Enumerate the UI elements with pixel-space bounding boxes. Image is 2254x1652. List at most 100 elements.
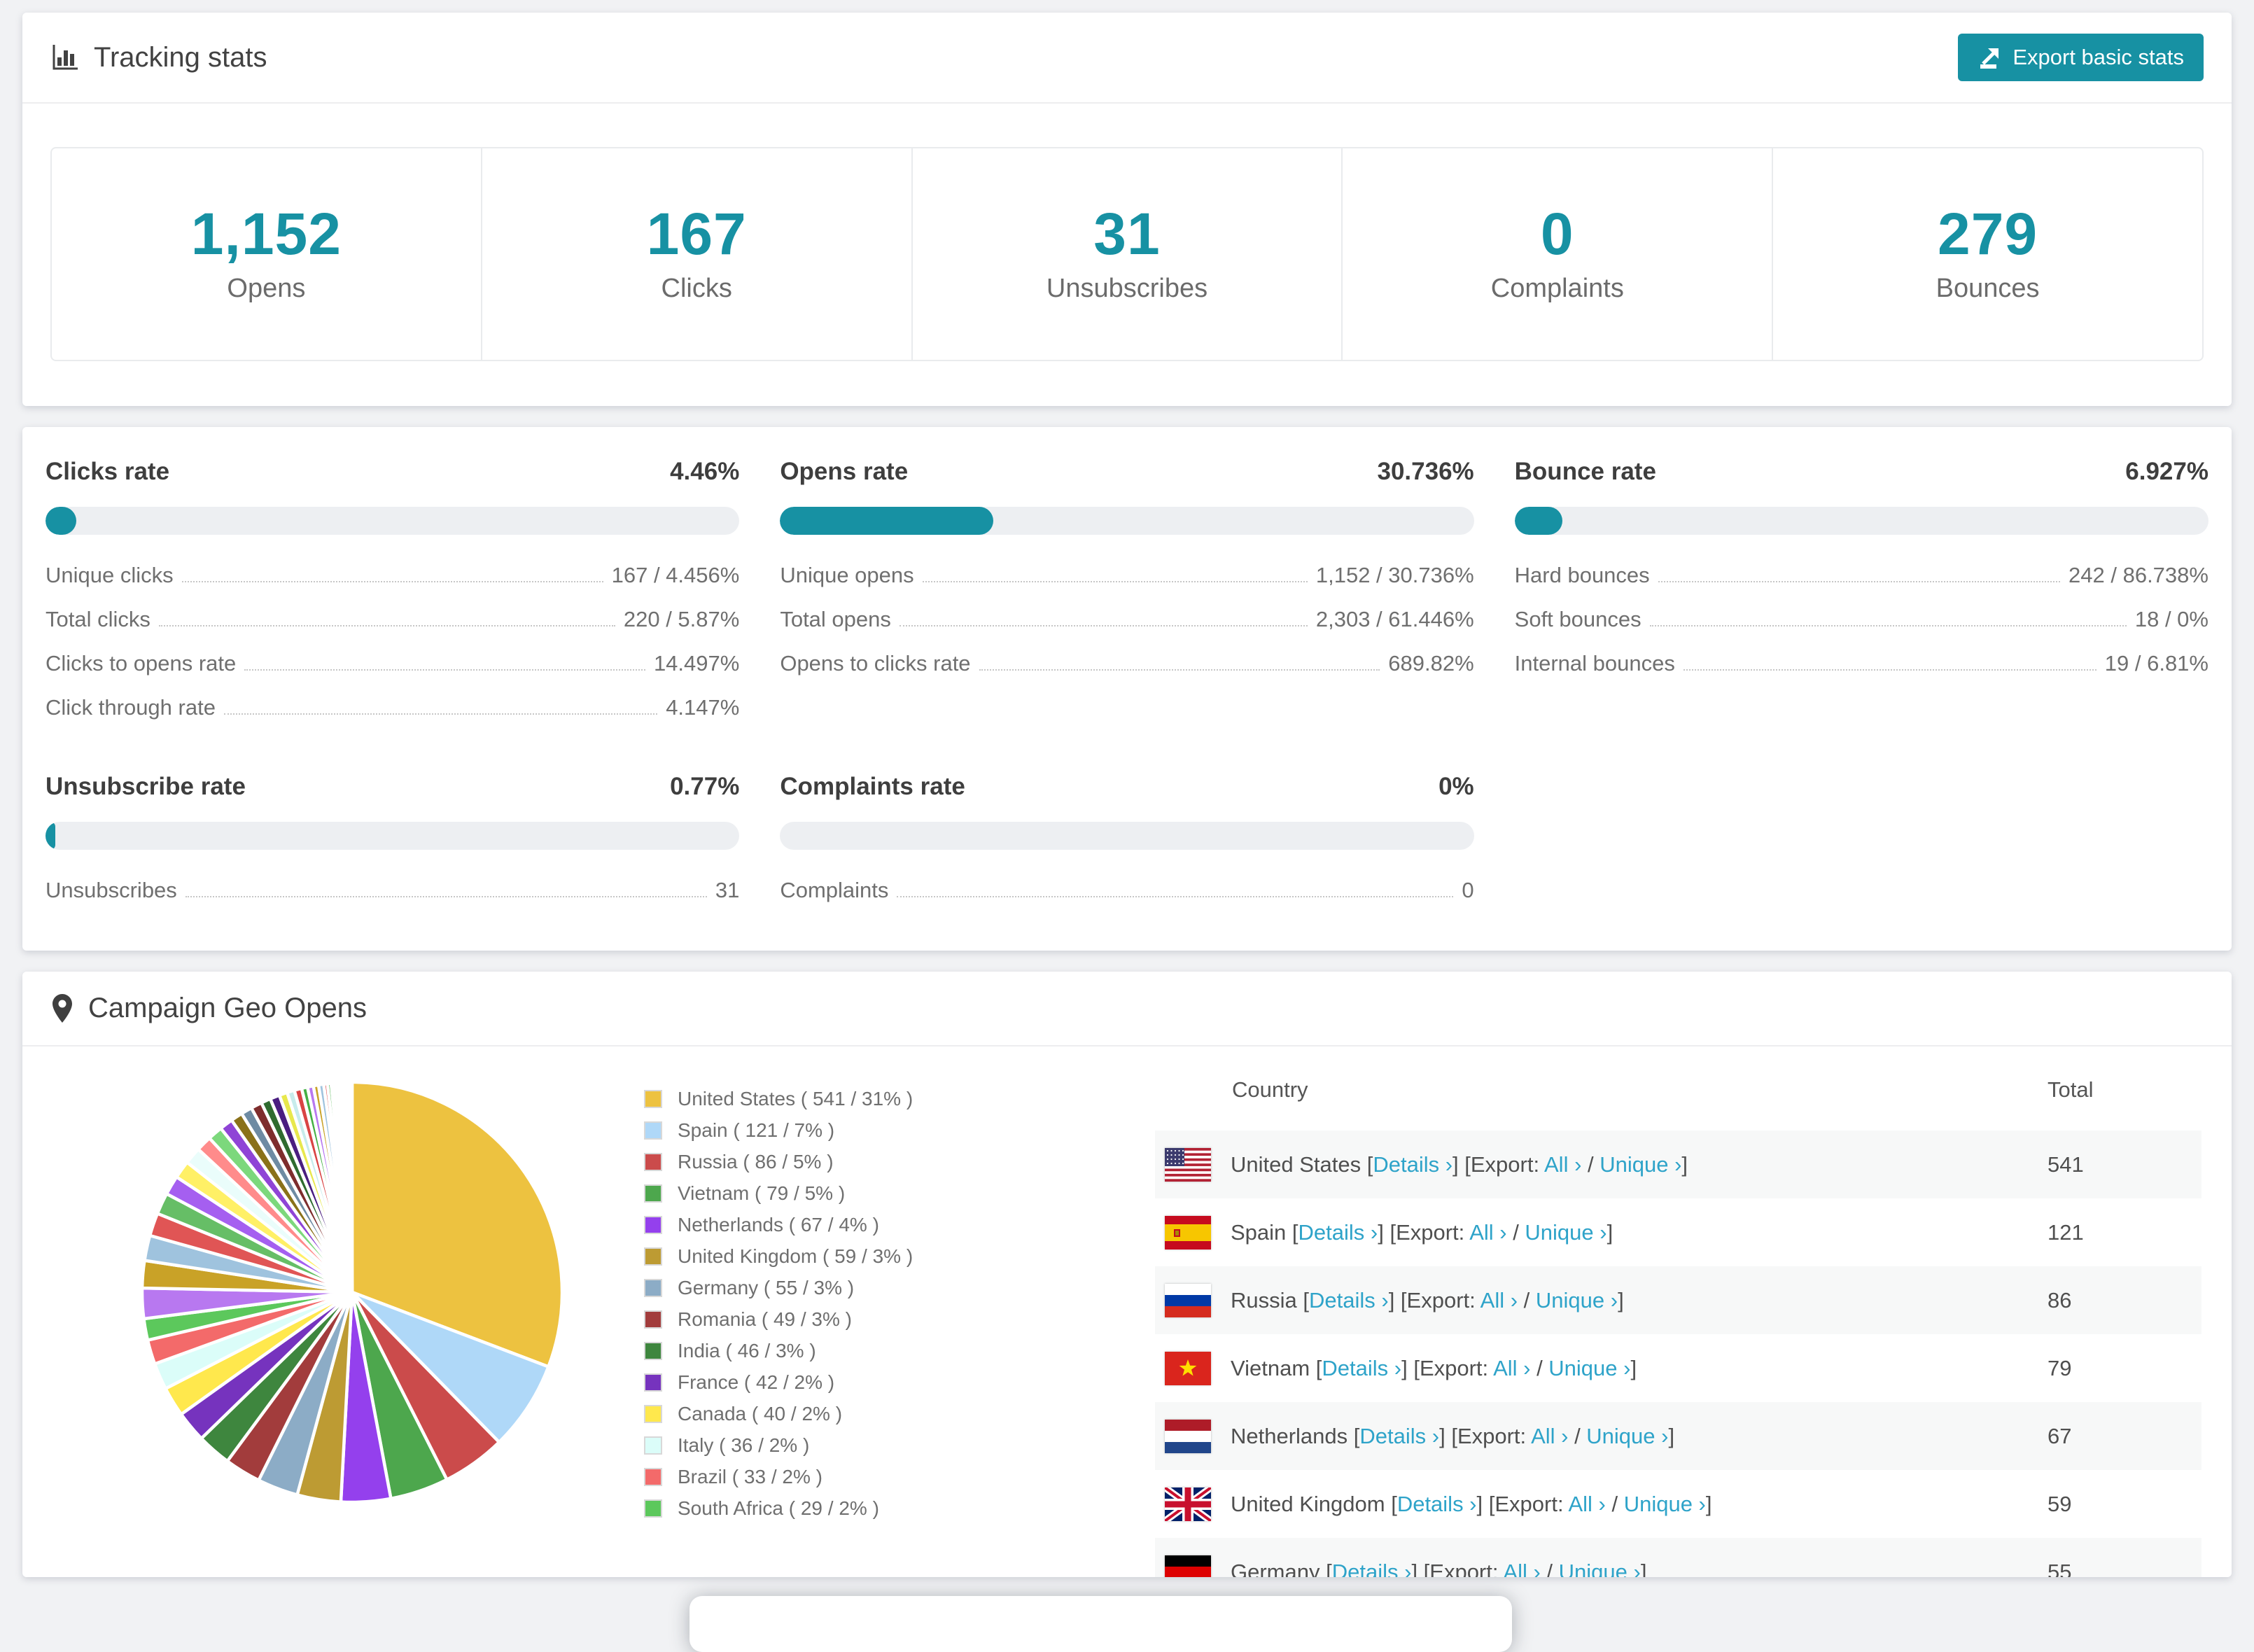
export-unique-link[interactable]: Unique ›	[1548, 1356, 1630, 1380]
summary-stats: 1,152 Opens167Clicks31Unsubscribes0 Compla…	[50, 147, 2204, 361]
stat-value: 1,152	[52, 200, 481, 268]
country-name: Germany	[1231, 1560, 1326, 1578]
detail-value: 1,152 / 30.736%	[1316, 563, 1474, 588]
detail-value: 167 / 4.456%	[612, 563, 740, 588]
tracking-stats-header: Tracking stats Export basic stats	[22, 13, 2232, 104]
export-unique-link[interactable]: Unique ›	[1525, 1220, 1606, 1245]
export-unique-link[interactable]: Unique ›	[1559, 1560, 1641, 1578]
export-all-link[interactable]: All ›	[1531, 1424, 1568, 1448]
details-link[interactable]: Details ›	[1309, 1288, 1389, 1312]
stat-label: Opens	[52, 274, 481, 304]
detail-row: Complaints0	[780, 878, 1474, 903]
country-name: United Kingdom	[1231, 1492, 1391, 1516]
rate-block: Unsubscribe rate0.77%Unsubscribes31	[46, 773, 739, 922]
legend-swatch	[644, 1373, 662, 1392]
legend-label: South Africa ( 29 / 2% )	[678, 1497, 879, 1520]
pie-legend: United States ( 541 / 31% )Spain ( 121 /…	[644, 1083, 913, 1524]
detail-label: Internal bounces	[1515, 651, 1675, 676]
details-link[interactable]: Details ›	[1397, 1492, 1477, 1516]
rate-block: Opens rate30.736%Unique opens1,152 / 30.…	[780, 458, 1474, 739]
stat-value: 0	[1343, 200, 1772, 268]
geo-title: Campaign Geo Opens	[50, 993, 367, 1024]
geo-table: Country Total United States [Details ›] …	[1155, 1046, 2202, 1577]
geo-table-rows: United States [Details ›] [Export: All ›…	[1155, 1130, 2202, 1577]
detail-value: 4.147%	[666, 695, 739, 720]
detail-value: 220 / 5.87%	[624, 607, 739, 632]
rates-card: Clicks rate4.46%Unique clicks167 / 4.456…	[22, 427, 2232, 951]
details-link[interactable]: Details ›	[1298, 1220, 1378, 1245]
legend-label: United Kingdom ( 59 / 3% )	[678, 1245, 913, 1268]
detail-value: 689.82%	[1388, 651, 1474, 676]
dotted-leader	[244, 669, 645, 671]
total-column-header: Total	[2047, 1077, 2202, 1102]
progress-bar	[1515, 507, 2208, 535]
export-all-link[interactable]: All ›	[1503, 1560, 1540, 1578]
detail-value: 19 / 6.81%	[2105, 651, 2208, 676]
progress-bar-fill	[46, 507, 76, 535]
details-link[interactable]: Details ›	[1359, 1424, 1439, 1448]
map-pin-icon	[50, 993, 74, 1024]
legend-item: Russia ( 86 / 5% )	[644, 1146, 913, 1177]
details-link[interactable]: Details ›	[1332, 1560, 1412, 1578]
export-all-link[interactable]: All ›	[1568, 1492, 1605, 1516]
rate-title: Unsubscribe rate	[46, 773, 246, 801]
detail-label: Total clicks	[46, 607, 150, 632]
rate-title: Clicks rate	[46, 458, 169, 486]
geo-table-header: Country Total	[1155, 1046, 2202, 1130]
stat-value: 279	[1773, 200, 2202, 268]
total-cell: 67	[2047, 1424, 2202, 1449]
export-unique-link[interactable]: Unique ›	[1586, 1424, 1668, 1448]
export-all-link[interactable]: All ›	[1493, 1356, 1530, 1380]
detail-row: Unsubscribes31	[46, 878, 739, 903]
country-name: Vietnam	[1231, 1356, 1316, 1380]
country-cell: United States [Details ›] [Export: All ›…	[1231, 1152, 1688, 1177]
progress-bar-fill	[1515, 507, 1563, 535]
detail-row: Click through rate4.147%	[46, 695, 739, 720]
rate-title: Bounce rate	[1515, 458, 1656, 486]
total-cell: 59	[2047, 1492, 2202, 1517]
detail-row: Clicks to opens rate14.497%	[46, 651, 739, 676]
legend-item: United Kingdom ( 59 / 3% )	[644, 1240, 913, 1272]
summary-stat: 167Clicks	[482, 148, 913, 360]
export-all-link[interactable]: All ›	[1544, 1152, 1581, 1177]
country-cell: United Kingdom [Details ›] [Export: All …	[1231, 1492, 1712, 1517]
export-all-link[interactable]: All ›	[1469, 1220, 1506, 1245]
legend-label: Vietnam ( 79 / 5% )	[678, 1182, 845, 1205]
table-row: United Kingdom [Details ›] [Export: All …	[1155, 1470, 2202, 1538]
table-row: Spain [Details ›] [Export: All › / Uniqu…	[1155, 1198, 2202, 1266]
progress-bar	[780, 822, 1474, 850]
details-link[interactable]: Details ›	[1373, 1152, 1452, 1177]
export-all-link[interactable]: All ›	[1480, 1288, 1518, 1312]
summary-stat: 0 Complaints	[1343, 148, 1773, 360]
legend-swatch	[644, 1247, 662, 1266]
country-cell: Spain [Details ›] [Export: All › / Uniqu…	[1231, 1220, 1613, 1245]
dotted-leader	[1650, 625, 2127, 626]
de-flag-icon	[1165, 1555, 1211, 1578]
vn-flag-icon	[1165, 1352, 1211, 1385]
stat-value: 31	[913, 200, 1342, 268]
stat-label: Bounces	[1773, 274, 2202, 304]
table-row: Vietnam [Details ›] [Export: All › / Uni…	[1155, 1334, 2202, 1402]
rate-block: Bounce rate6.927%Hard bounces242 / 86.73…	[1515, 458, 2208, 739]
legend-label: France ( 42 / 2% )	[678, 1371, 834, 1394]
geo-header: Campaign Geo Opens	[22, 972, 2232, 1046]
legend-label: Brazil ( 33 / 2% )	[678, 1466, 822, 1488]
export-basic-stats-button[interactable]: Export basic stats	[1958, 34, 2204, 81]
export-unique-link[interactable]: Unique ›	[1624, 1492, 1706, 1516]
nl-flag-icon	[1165, 1420, 1211, 1453]
legend-item: Netherlands ( 67 / 4% )	[644, 1209, 913, 1240]
dotted-leader	[182, 581, 603, 582]
export-unique-link[interactable]: Unique ›	[1600, 1152, 1681, 1177]
export-unique-link[interactable]: Unique ›	[1536, 1288, 1618, 1312]
rate-value: 30.736%	[1377, 458, 1474, 486]
legend-label: United States ( 541 / 31% )	[678, 1088, 913, 1110]
details-link[interactable]: Details ›	[1322, 1356, 1401, 1380]
country-cell: Russia [Details ›] [Export: All › / Uniq…	[1231, 1288, 1624, 1313]
dotted-leader	[1684, 669, 2096, 671]
legend-swatch	[644, 1121, 662, 1140]
stat-label: Clicks	[482, 274, 911, 304]
stat-label: Complaints	[1343, 274, 1772, 304]
dotted-leader	[923, 581, 1308, 582]
bar-chart-icon	[50, 43, 80, 72]
summary-stat: 31Unsubscribes	[913, 148, 1343, 360]
